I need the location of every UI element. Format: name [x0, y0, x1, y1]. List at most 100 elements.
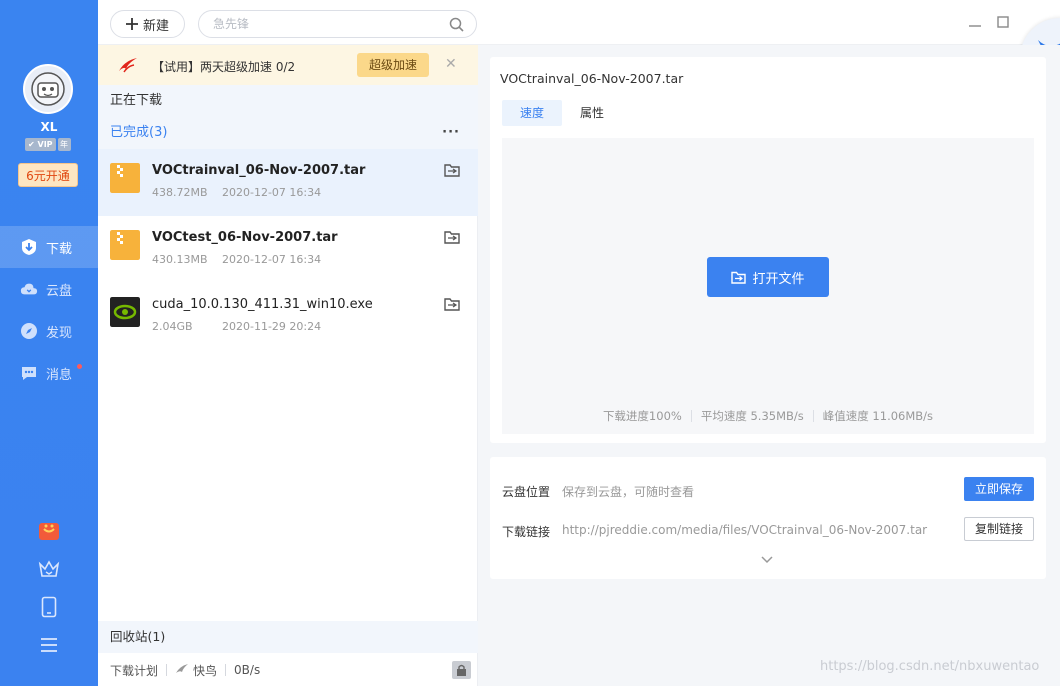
list-item[interactable]: cuda_10.0.130_411.31_win10.exe 2.04GB 20…	[98, 283, 478, 350]
minimize-icon[interactable]	[968, 15, 982, 29]
progress-stat: 下载进度100%	[602, 409, 682, 423]
more-options-icon[interactable]: ···	[442, 117, 460, 149]
detail-panel: VOCtrainval_06-Nov-2007.tar 速度 属性 打开文件 下…	[478, 45, 1060, 686]
open-file-label: 打开文件	[752, 271, 805, 287]
list-item[interactable]: VOCtrainval_06-Nov-2007.tar 438.72MB 202…	[98, 149, 478, 216]
file-size: 430.13MB	[152, 253, 208, 266]
current-speed: 0B/s	[234, 663, 261, 677]
archive-file-icon	[110, 230, 140, 260]
detail-tabs: 速度 属性	[502, 100, 622, 126]
search-box	[198, 10, 477, 38]
file-name: VOCtest_06-Nov-2007.tar	[152, 230, 338, 245]
watermark: https://blog.csdn.net/nbxuwentao	[820, 659, 1040, 674]
avatar[interactable]	[23, 64, 73, 114]
vip-badges: ✔ VIP 年	[25, 138, 71, 151]
sidebar-item-label: 消息	[46, 367, 73, 383]
top-bar: 新建	[98, 0, 1060, 45]
username: XL	[40, 120, 58, 134]
download-link-value[interactable]: http://pjreddie.com/media/files/VOCtrain…	[562, 523, 927, 537]
footer-bar: 下载计划 快鸟 0B/s	[98, 654, 478, 686]
promo-banner: 【试用】两天超级加速 0/2 超级加速 ✕	[98, 45, 478, 85]
sidebar-item-label: 下载	[46, 241, 73, 257]
open-folder-icon[interactable]	[444, 163, 460, 180]
unread-dot	[77, 364, 82, 369]
open-folder-icon[interactable]	[444, 297, 460, 314]
sidebar-item-cloud[interactable]: 云盘	[0, 268, 98, 310]
tab-speed[interactable]: 速度	[502, 100, 562, 126]
compass-icon	[20, 322, 38, 340]
new-task-button[interactable]: 新建	[110, 10, 185, 38]
sidebar-item-label: 发现	[46, 325, 73, 341]
divider	[690, 410, 692, 422]
chevron-down-icon[interactable]	[761, 553, 773, 567]
file-date: 2020-12-07 16:34	[222, 186, 322, 199]
cloud-location-label: 云盘位置	[502, 485, 551, 499]
downloading-section[interactable]: 正在下载	[98, 85, 478, 117]
open-file-button[interactable]: 打开文件	[707, 257, 829, 297]
archive-file-icon	[110, 163, 140, 193]
gift-icon[interactable]	[0, 512, 98, 550]
peak-speed-stat: 峰值速度 11.06MB/s	[822, 409, 934, 423]
phone-icon[interactable]	[0, 588, 98, 626]
divider	[812, 410, 814, 422]
window-controls	[968, 15, 1010, 29]
copy-link-button[interactable]: 复制链接	[964, 517, 1034, 541]
detail-title: VOCtrainval_06-Nov-2007.tar	[500, 71, 684, 86]
avatar-face-icon	[31, 72, 65, 106]
trash-section[interactable]: 回收站(1)	[98, 621, 478, 653]
sidebar-item-discover[interactable]: 发现	[0, 310, 98, 352]
divider	[225, 664, 227, 676]
download-plan-link[interactable]: 下载计划	[110, 662, 158, 679]
speed-area: 打开文件 下载进度100% 平均速度 5.35MB/s 峰值速度 11.06MB…	[502, 138, 1034, 434]
search-icon[interactable]	[449, 17, 464, 35]
nvidia-file-icon	[110, 297, 140, 327]
link-card: 云盘位置 保存到云盘，可随时查看 立即保存 下载链接 http://pjredd…	[490, 457, 1046, 579]
menu-icon[interactable]	[0, 626, 98, 664]
download-stats: 下载进度100% 平均速度 5.35MB/s 峰值速度 11.06MB/s	[502, 408, 1034, 424]
download-list-panel: 【试用】两天超级加速 0/2 超级加速 ✕ 正在下载 已完成(3) ··· VO…	[98, 45, 478, 686]
file-list: VOCtrainval_06-Nov-2007.tar 438.72MB 202…	[98, 149, 478, 350]
file-size: 2.04GB	[152, 320, 193, 333]
plus-icon	[125, 18, 138, 30]
folder-open-icon	[731, 271, 747, 284]
super-speed-button[interactable]: 超级加速	[357, 53, 429, 77]
sidebar-bottom-icons	[0, 512, 98, 664]
completed-section[interactable]: 已完成(3) ···	[98, 117, 478, 149]
close-icon[interactable]: ✕	[445, 56, 457, 72]
rocket-bird-icon	[118, 57, 138, 76]
speed-mode-label[interactable]: 快鸟	[193, 662, 217, 679]
crown-icon[interactable]	[0, 550, 98, 588]
open-vip-button[interactable]: 6元开通	[18, 163, 78, 187]
file-name: VOCtrainval_06-Nov-2007.tar	[152, 163, 366, 178]
avg-speed-stat: 平均速度 5.35MB/s	[700, 409, 804, 423]
maximize-icon[interactable]	[996, 15, 1010, 29]
sidebar: XL ✔ VIP 年 6元开通 下载 云盘 发现 消息	[0, 0, 98, 686]
vip-badge: ✔ VIP	[25, 138, 56, 151]
vip-year-badge: 年	[57, 138, 71, 151]
sidebar-nav: 下载 云盘 发现 消息	[0, 226, 98, 394]
divider	[166, 664, 168, 676]
sidebar-item-download[interactable]: 下载	[0, 226, 98, 268]
completed-section-label: 已完成(3)	[110, 125, 168, 140]
tab-properties[interactable]: 属性	[562, 100, 622, 126]
bird-mode-icon	[175, 663, 189, 678]
search-input[interactable]	[213, 15, 433, 33]
file-name: cuda_10.0.130_411.31_win10.exe	[152, 297, 373, 312]
sidebar-item-label: 云盘	[46, 283, 73, 299]
file-date: 2020-12-07 16:34	[222, 253, 322, 266]
cloud-location-value: 保存到云盘，可随时查看	[562, 485, 695, 499]
lock-icon[interactable]	[452, 661, 471, 679]
list-item[interactable]: VOCtest_06-Nov-2007.tar 430.13MB 2020-12…	[98, 216, 478, 283]
message-icon	[20, 364, 38, 382]
download-icon	[20, 238, 38, 256]
download-link-label: 下载链接	[502, 525, 551, 539]
detail-card: VOCtrainval_06-Nov-2007.tar 速度 属性 打开文件 下…	[490, 57, 1046, 443]
promo-text: 【试用】两天超级加速 0/2	[152, 60, 296, 74]
new-task-label: 新建	[142, 18, 169, 34]
open-folder-icon[interactable]	[444, 230, 460, 247]
save-now-button[interactable]: 立即保存	[964, 477, 1034, 501]
cloud-icon	[20, 280, 38, 298]
sidebar-item-messages[interactable]: 消息	[0, 352, 98, 394]
file-date: 2020-11-29 20:24	[222, 320, 322, 333]
file-size: 438.72MB	[152, 186, 208, 199]
